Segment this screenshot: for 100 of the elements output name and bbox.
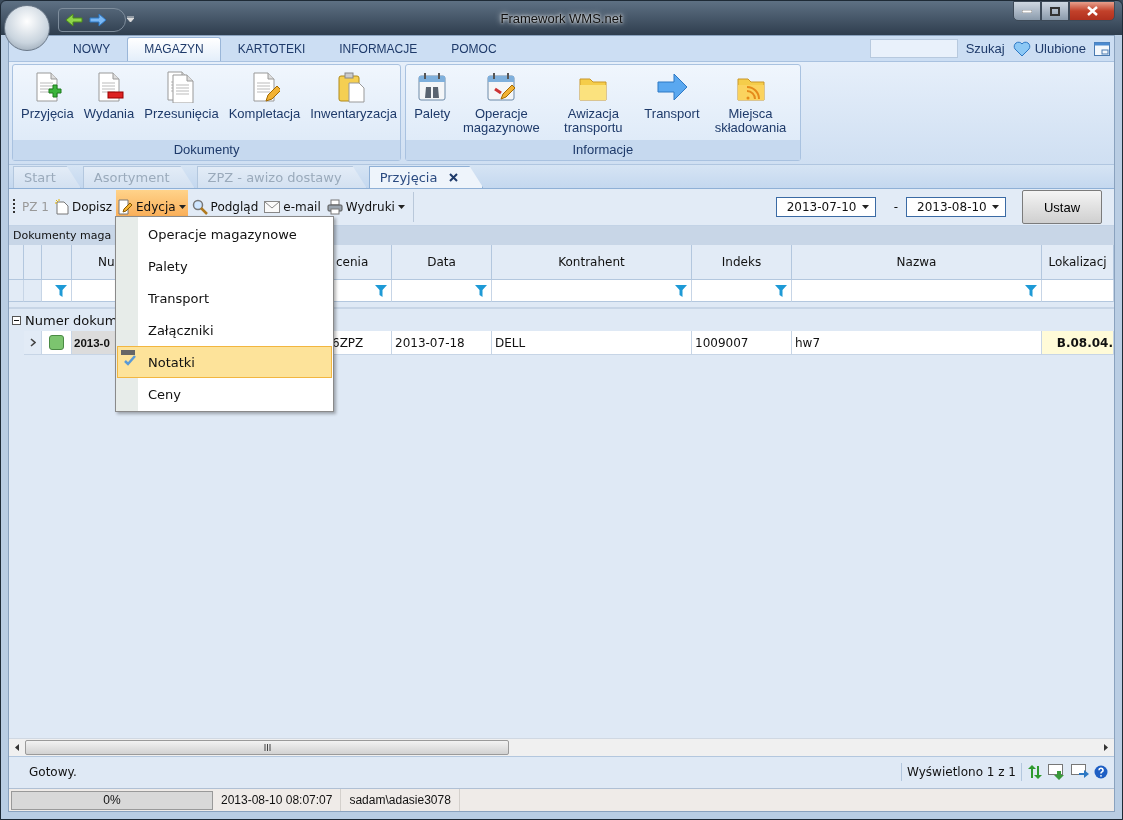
export-icon[interactable]: [1071, 763, 1089, 780]
date-field[interactable]: 2013-08-10: [906, 197, 1006, 217]
filter-cell[interactable]: [392, 280, 492, 302]
ribbon-button[interactable]: Kompletacja: [224, 71, 305, 121]
date-separator: -: [893, 200, 898, 214]
close-icon[interactable]: [449, 173, 459, 182]
column-header: Data: [427, 255, 456, 269]
search-link[interactable]: Szukaj: [965, 41, 1005, 56]
right-arrow-icon: [1104, 744, 1108, 751]
user-name: sadam\adasie3078: [349, 793, 451, 807]
collapse-icon[interactable]: [12, 315, 21, 325]
date-field[interactable]: 2013-07-10: [775, 197, 876, 217]
envelope-icon: [264, 201, 281, 213]
grip-icon: [263, 744, 271, 751]
header-cell: [24, 245, 42, 280]
close-icon: [1086, 6, 1098, 16]
caret-icon: [178, 205, 186, 209]
maximize-button[interactable]: [1041, 1, 1069, 21]
column-header: Kontrahent: [558, 255, 625, 269]
toolbar-button[interactable]: Dopisz: [52, 190, 114, 224]
ribbon-button[interactable]: Inwentaryzacja: [306, 71, 397, 121]
status-message: Gotowy.: [29, 764, 77, 779]
document-tab[interactable]: Przyjęcia: [368, 166, 484, 188]
ribbon-tab[interactable]: POMOC: [434, 37, 514, 61]
apply-button[interactable]: Ustaw: [1022, 190, 1102, 224]
favorites-link[interactable]: Ulubione: [1034, 41, 1086, 56]
arrow-icon: [655, 71, 688, 103]
help-icon[interactable]: [1094, 764, 1108, 779]
calendar-binoculars-icon: [416, 71, 449, 103]
search-field[interactable]: [869, 39, 958, 58]
minimize-button[interactable]: [1013, 1, 1041, 21]
left-arrow-icon: [15, 744, 19, 751]
column-header: Indeks: [721, 255, 762, 269]
group-label: Numer dokum: [25, 312, 118, 328]
column-header: Nazwa: [896, 255, 937, 269]
record-count: Wyświetlono 1 z 1: [907, 764, 1016, 779]
application-menu-button[interactable]: [4, 5, 50, 51]
progress-reading: 0%: [103, 793, 121, 807]
filter-cell[interactable]: [692, 280, 792, 302]
ribbon-tab[interactable]: INFORMACJE: [322, 37, 435, 61]
table-cell: DELL: [492, 331, 692, 355]
menu-item[interactable]: Załączniki: [117, 314, 332, 346]
menu-item[interactable]: Transport: [117, 282, 332, 314]
window-title: Framework WMS.net: [500, 11, 623, 26]
column-header: Nu: [98, 255, 115, 269]
calendar-edit-icon: [485, 71, 518, 103]
ribbon-button[interactable]: Wydania: [79, 71, 139, 121]
import-icon[interactable]: [1048, 763, 1066, 780]
minimize-icon: [1022, 9, 1032, 13]
ribbon-button[interactable]: Miejsca składowania: [705, 71, 796, 135]
ribbon-button[interactable]: Palety: [410, 71, 455, 121]
date-time: 2013-08-10 08:07:07: [221, 793, 333, 807]
menu-item[interactable]: Palety: [117, 250, 332, 282]
filter-icon[interactable]: [775, 284, 787, 297]
column-header: Lokalizacj: [1048, 255, 1107, 269]
close-button[interactable]: [1069, 1, 1115, 21]
group-label: Informacje: [406, 140, 800, 160]
forward-arrow-icon[interactable]: [89, 13, 107, 27]
filter-icon[interactable]: [375, 284, 387, 297]
filter-icon[interactable]: [475, 284, 487, 297]
document-counter: PZ 1: [21, 199, 50, 216]
refresh-arrows-icon[interactable]: [1027, 764, 1043, 779]
ribbon-button[interactable]: Awizacja transportu: [548, 71, 639, 135]
ribbon-button[interactable]: Operacje magazynowe: [456, 71, 547, 135]
window-layout-icon[interactable]: [1094, 41, 1110, 56]
edit-document-icon: [118, 199, 133, 215]
heart-icon: [1012, 40, 1031, 57]
ribbon-button[interactable]: Przesunięcia: [140, 71, 223, 121]
filter-icon[interactable]: [1025, 284, 1037, 297]
column-header: cenia: [336, 255, 369, 269]
filter-icon[interactable]: [55, 284, 67, 297]
status-icon: [49, 335, 64, 350]
table-cell: 2013-07-18: [392, 331, 492, 355]
customize-dropdown-icon[interactable]: [127, 16, 134, 22]
menu-item[interactable]: Notatki: [117, 346, 332, 378]
printer-icon: [326, 199, 343, 215]
table-cell: 1009007: [692, 331, 792, 355]
scrollbar-thumb[interactable]: [25, 740, 509, 755]
table-cell: 2013-0: [74, 336, 110, 349]
group-label: Dokumenty: [13, 140, 401, 160]
ribbon-tab[interactable]: NOWY: [56, 37, 128, 61]
clipboard-icon: [335, 71, 368, 103]
filter-icon[interactable]: [675, 284, 687, 297]
filter-cell[interactable]: [42, 280, 72, 302]
filter-cell[interactable]: [492, 280, 692, 302]
ribbon-tab[interactable]: MAGAZYN: [127, 37, 221, 61]
ribbon-button[interactable]: Przyjęcia: [17, 71, 78, 121]
menu-item[interactable]: Ceny: [117, 378, 332, 410]
restore-icon: [1050, 6, 1060, 16]
filter-cell[interactable]: [792, 280, 1042, 302]
row-pointer-icon: [29, 338, 36, 347]
new-document-icon: [54, 199, 69, 215]
ribbon-button[interactable]: Transport: [640, 71, 704, 121]
caret-icon: [861, 205, 869, 209]
filter-cell: [24, 280, 42, 302]
filter-cell[interactable]: [1042, 280, 1114, 302]
back-arrow-icon[interactable]: [65, 13, 83, 27]
ribbon-tab[interactable]: KARTOTEKI: [220, 37, 323, 61]
grid-caption: Dokumenty maga: [13, 229, 112, 242]
table-cell: B.08.04.: [1042, 331, 1114, 355]
